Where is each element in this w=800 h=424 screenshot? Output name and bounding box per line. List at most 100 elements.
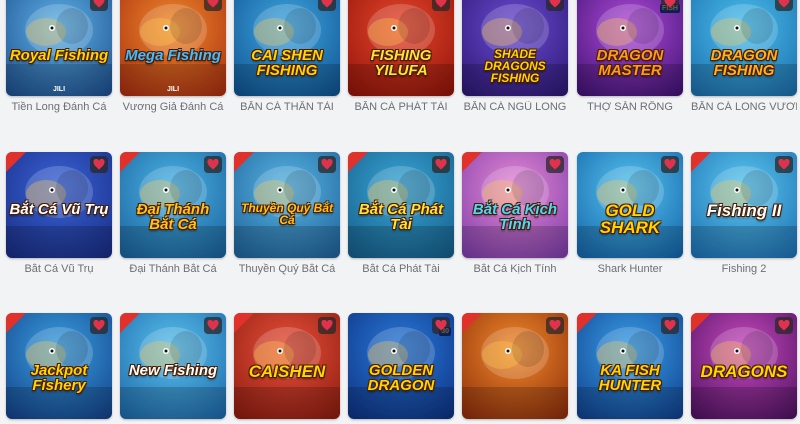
game-tile[interactable]: Fishing II Fishing 2 (691, 152, 797, 275)
heart-icon (207, 159, 219, 170)
favorite-button[interactable] (661, 317, 679, 334)
favorite-button[interactable] (432, 317, 450, 334)
favorite-button[interactable] (546, 317, 564, 334)
game-tile[interactable]: FISHING YILUFA BẮN CÁ PHÁT TÀI (348, 0, 454, 113)
favorite-button[interactable] (318, 156, 336, 173)
favorite-button[interactable] (318, 317, 336, 334)
favorite-button[interactable] (432, 0, 450, 11)
favorite-button[interactable] (775, 156, 793, 173)
game-caption[interactable]: Bắt Cá Vũ Trụ (6, 263, 112, 275)
game-caption[interactable]: THỢ SĂN RỒNG (577, 101, 683, 113)
game-caption[interactable]: Vương Giả Đánh Cá (120, 101, 226, 113)
game-caption[interactable]: BẮN CÁ LONG VƯƠNG (691, 101, 797, 113)
game-logo-title: Bắt Cá Vũ Trụ (9, 201, 109, 218)
favorite-button[interactable] (432, 156, 450, 173)
heart-icon (664, 159, 676, 170)
game-caption[interactable]: Fishing 2 (691, 263, 797, 275)
game-thumbnail[interactable]: GOLD SHARK (577, 152, 683, 258)
game-caption[interactable]: BẮN CÁ NGŨ LONG (462, 101, 568, 113)
game-thumbnail[interactable]: KA FISH HUNTER (577, 313, 683, 419)
game-logo-title: Mega Fishing (125, 47, 221, 64)
game-tile[interactable]: GOLDEN DRAGON30 (348, 313, 454, 424)
hot-ribbon (234, 313, 254, 333)
heart-icon (93, 320, 105, 331)
game-logo-title: DRAGONS (700, 362, 788, 381)
game-thumbnail[interactable]: DRAGONS (691, 313, 797, 419)
game-tile[interactable] (462, 313, 568, 424)
favorite-button[interactable] (546, 156, 564, 173)
game-caption[interactable]: Thuyền Quý Bắt Cá (234, 263, 340, 275)
game-logo-title: CAISHEN (248, 362, 326, 381)
favorite-button[interactable] (661, 156, 679, 173)
game-thumbnail[interactable]: Thuyền Quý Bắt Cá (234, 152, 340, 258)
hot-ribbon (462, 152, 482, 172)
game-tile[interactable]: New Fishing (120, 313, 226, 424)
game-tile[interactable]: GOLD SHARK Shark Hunter (577, 152, 683, 275)
game-thumbnail[interactable]: Bắt Cá Kịch Tính (462, 152, 568, 258)
favorite-button[interactable] (90, 156, 108, 173)
game-logo-title: Bắt Cá Kịch Tính (472, 201, 558, 234)
game-thumbnail[interactable]: Jackpot Fishery (6, 313, 112, 419)
heart-icon (549, 320, 561, 331)
favorite-button[interactable] (90, 0, 108, 11)
hot-ribbon (577, 313, 597, 333)
game-tile[interactable]: Đại Thánh Bắt Cá Đại Thánh Bắt Cá (120, 152, 226, 275)
favorite-button[interactable] (546, 0, 564, 11)
hot-ribbon (120, 313, 140, 333)
game-thumbnail[interactable]: Mega Fishing JILI (120, 0, 226, 96)
game-thumbnail[interactable]: CAISHEN (234, 313, 340, 419)
game-tile[interactable]: Mega Fishing JILI Vương Giả Đánh Cá (120, 0, 226, 113)
game-tile[interactable]: CAI SHEN FISHING BẮN CÁ THẦN TÀI (234, 0, 340, 113)
favorite-button[interactable] (775, 317, 793, 334)
game-tile[interactable]: Bắt Cá Vũ Trụ Bắt Cá Vũ Trụ (6, 152, 112, 275)
game-tile[interactable]: SHADE DRAGONS FISHING BẮN CÁ NGŨ LONG (462, 0, 568, 113)
hot-ribbon (462, 313, 482, 333)
game-tile[interactable]: Thuyền Quý Bắt Cá Thuyền Quý Bắt Cá (234, 152, 340, 275)
game-caption[interactable]: Đại Thánh Bắt Cá (120, 263, 226, 275)
game-caption[interactable]: Bắt Cá Kịch Tính (462, 263, 568, 275)
game-tile[interactable]: Bắt Cá Phát Tài Bắt Cá Phát Tài (348, 152, 454, 275)
game-logo-title: GOLDEN DRAGON (367, 362, 435, 395)
game-thumbnail[interactable]: Đại Thánh Bắt Cá (120, 152, 226, 258)
game-tile[interactable]: Bắt Cá Kịch Tính Bắt Cá Kịch Tính (462, 152, 568, 275)
game-thumbnail[interactable]: Fishing II (691, 152, 797, 258)
favorite-button[interactable] (204, 156, 222, 173)
game-tile[interactable]: Royal Fishing JILI Tiền Long Đánh Cá (6, 0, 112, 113)
heart-icon (435, 0, 447, 8)
game-tile[interactable]: KA FISH HUNTER (577, 313, 683, 424)
game-thumbnail[interactable] (462, 313, 568, 419)
heart-icon (435, 159, 447, 170)
game-thumbnail[interactable]: DRAGON MASTERFISH (577, 0, 683, 96)
game-tile[interactable]: CAISHEN (234, 313, 340, 424)
game-caption[interactable]: Tiền Long Đánh Cá (6, 101, 112, 113)
favorite-button[interactable] (204, 0, 222, 11)
favorite-button[interactable] (318, 0, 336, 11)
game-thumbnail[interactable]: Bắt Cá Phát Tài (348, 152, 454, 258)
game-logo-title: Royal Fishing (9, 47, 109, 64)
game-thumbnail[interactable]: GOLDEN DRAGON30 (348, 313, 454, 419)
game-caption[interactable]: BẮN CÁ PHÁT TÀI (348, 101, 454, 113)
game-tile[interactable]: DRAGON MASTERFISH THỢ SĂN RỒNG (577, 0, 683, 113)
game-tile[interactable]: DRAGONS (691, 313, 797, 424)
game-caption[interactable]: Bắt Cá Phát Tài (348, 263, 454, 275)
game-caption[interactable]: Shark Hunter (577, 263, 683, 275)
game-thumbnail[interactable]: FISHING YILUFA (348, 0, 454, 96)
favorite-button[interactable] (775, 0, 793, 11)
hot-ribbon (6, 313, 26, 333)
game-thumbnail[interactable]: Royal Fishing JILI (6, 0, 112, 96)
game-thumbnail[interactable]: DRAGON FISHING (691, 0, 797, 96)
game-logo-title: DRAGON MASTER (596, 47, 664, 80)
game-thumbnail[interactable]: CAI SHEN FISHING (234, 0, 340, 96)
game-logo-title: Jackpot Fishery (30, 362, 88, 395)
favorite-button[interactable] (90, 317, 108, 334)
game-thumbnail[interactable]: Bắt Cá Vũ Trụ (6, 152, 112, 258)
game-logo-title: GOLD SHARK (599, 201, 661, 238)
favorite-button[interactable] (204, 317, 222, 334)
game-thumbnail[interactable]: New Fishing (120, 313, 226, 419)
game-thumbnail[interactable]: SHADE DRAGONS FISHING (462, 0, 568, 96)
game-tile[interactable]: DRAGON FISHING BẮN CÁ LONG VƯƠNG (691, 0, 797, 113)
game-tile[interactable]: Jackpot Fishery (6, 313, 112, 424)
game-caption[interactable]: BẮN CÁ THẦN TÀI (234, 101, 340, 113)
favorite-button[interactable] (661, 0, 679, 11)
hot-ribbon (348, 152, 368, 172)
